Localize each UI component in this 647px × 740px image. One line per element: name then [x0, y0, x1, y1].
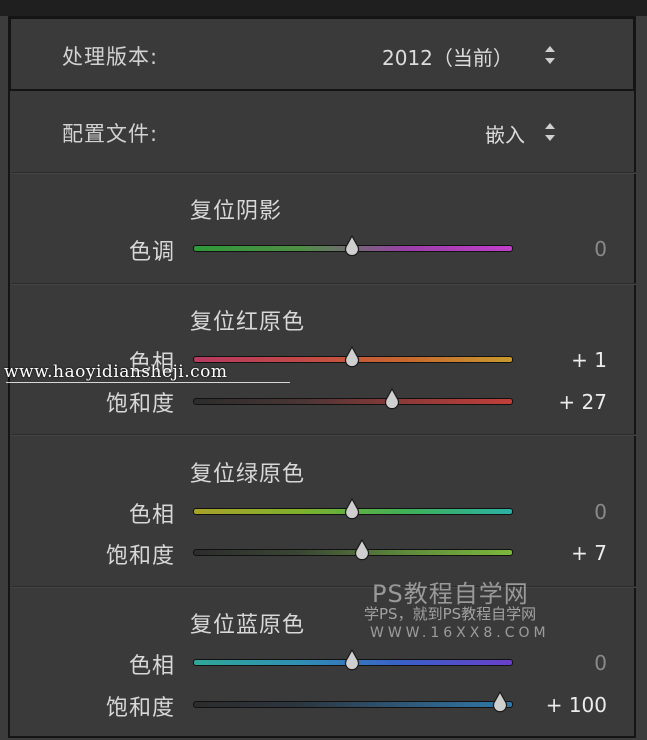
- section-divider: [12, 283, 636, 285]
- red-saturation-track[interactable]: [193, 398, 513, 405]
- section-divider: [12, 586, 636, 588]
- green-saturation-value[interactable]: + 7: [571, 541, 607, 565]
- shadows-tint-label: 色调: [128, 240, 175, 265]
- url-watermark: www.haoyidiansheji.com: [4, 362, 228, 382]
- blue-saturation-label: 饱和度: [105, 696, 175, 721]
- ps-watermark-subtitle: 学PS，就到PS教程自学网: [364, 605, 537, 623]
- blue-hue-value[interactable]: 0: [594, 651, 607, 675]
- reset-green-button[interactable]: 复位绿原色: [190, 456, 305, 488]
- profile-updown-icon[interactable]: [545, 123, 555, 141]
- section-divider: [12, 172, 636, 174]
- shadows-tint-value[interactable]: 0: [594, 237, 607, 261]
- green-hue-label: 色相: [128, 503, 175, 528]
- red-saturation-value[interactable]: + 27: [558, 390, 607, 414]
- reset-shadows-button[interactable]: 复位阴影: [190, 193, 282, 225]
- profile-value[interactable]: 嵌入: [485, 119, 525, 148]
- profile-label: 配置文件:: [62, 122, 159, 146]
- blue-saturation-value[interactable]: + 100: [546, 693, 607, 717]
- red-saturation-label: 饱和度: [105, 392, 175, 417]
- reset-red-button[interactable]: 复位红原色: [190, 304, 305, 336]
- top-strip: [0, 0, 647, 16]
- red-hue-value[interactable]: + 1: [571, 348, 607, 372]
- green-saturation-label: 饱和度: [105, 544, 175, 569]
- green-hue-value[interactable]: 0: [594, 500, 607, 524]
- section-divider: [12, 434, 636, 436]
- ps-watermark-domain: WWW.16XX8.COM: [370, 625, 550, 641]
- blue-hue-label: 色相: [128, 654, 175, 679]
- reset-blue-button[interactable]: 复位蓝原色: [190, 607, 305, 639]
- blue-saturation-track[interactable]: [193, 701, 513, 708]
- url-watermark-underline: [6, 382, 290, 383]
- process-version-label: 处理版本:: [62, 45, 159, 69]
- process-version-value[interactable]: 2012（当前）: [382, 42, 513, 71]
- process-version-updown-icon[interactable]: [545, 46, 555, 64]
